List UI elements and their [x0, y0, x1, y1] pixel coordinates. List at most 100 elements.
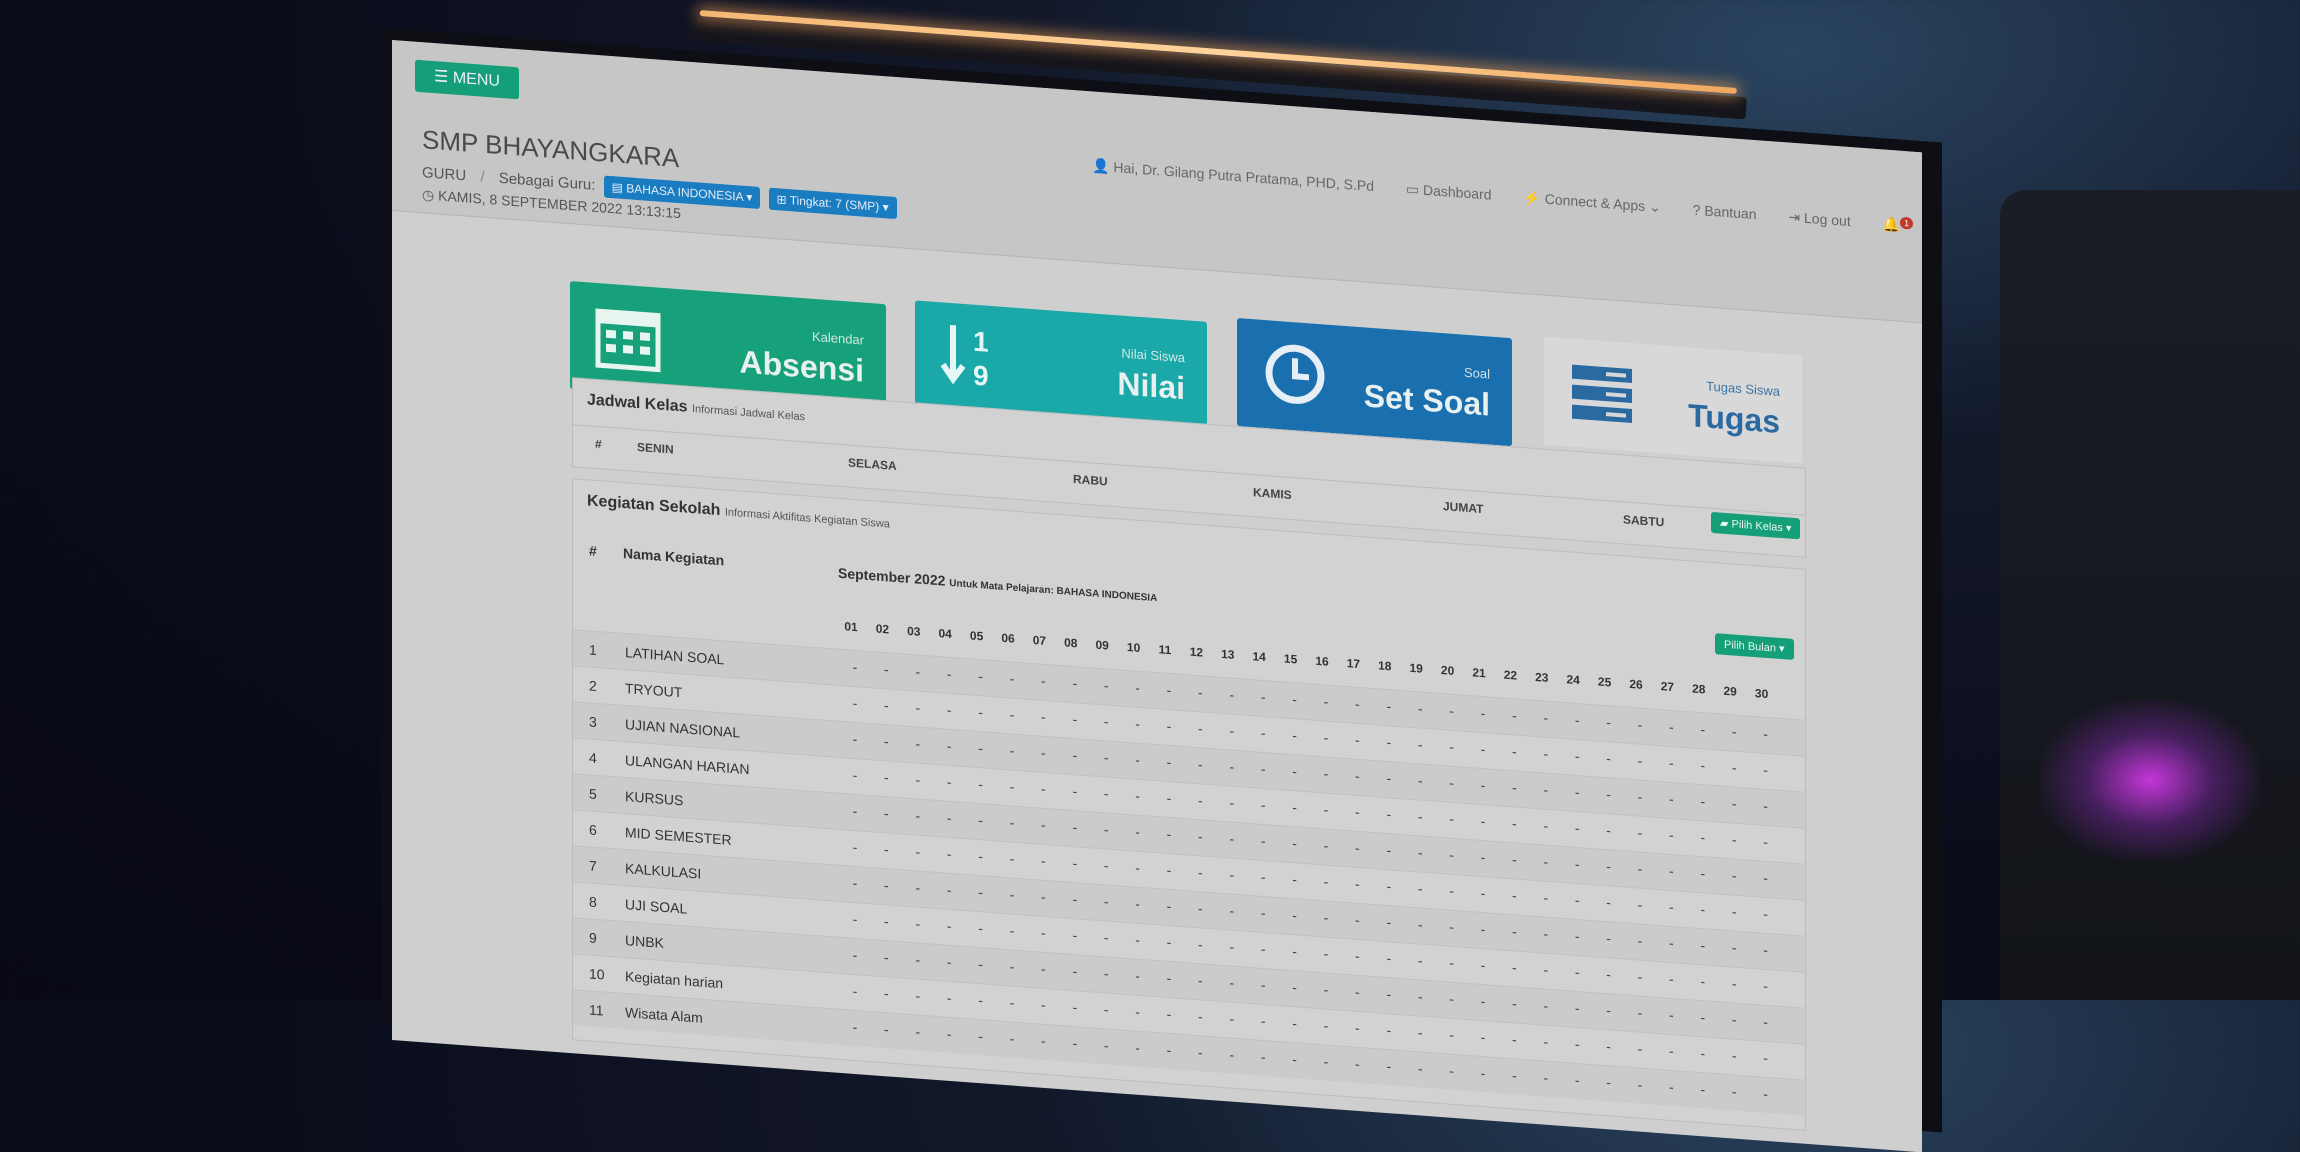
day-cell[interactable]: - [1531, 708, 1561, 726]
day-cell[interactable]: - [871, 804, 901, 822]
day-cell[interactable]: - [1060, 782, 1090, 800]
day-cell[interactable]: - [903, 950, 933, 968]
day-cell[interactable]: - [1405, 915, 1435, 933]
day-cell[interactable]: - [1248, 1047, 1278, 1065]
day-cell[interactable]: - [1751, 1084, 1781, 1102]
day-cell[interactable]: - [1248, 759, 1278, 777]
day-cell[interactable]: - [997, 741, 1027, 759]
day-cell[interactable]: - [1374, 733, 1404, 751]
day-cell[interactable]: - [1719, 902, 1749, 920]
day-cell[interactable]: - [1123, 750, 1153, 768]
day-cell[interactable]: - [903, 878, 933, 896]
day-cell[interactable]: - [934, 916, 964, 934]
day-cell[interactable]: - [1688, 720, 1718, 738]
day-cell[interactable]: - [1091, 1000, 1121, 1018]
day-cell[interactable]: - [1656, 789, 1686, 807]
day-cell[interactable]: - [1123, 930, 1153, 948]
day-cell[interactable]: - [1091, 784, 1121, 802]
day-cell[interactable]: - [1437, 917, 1467, 935]
day-cell[interactable]: - [1342, 910, 1372, 928]
day-cell[interactable]: - [1625, 1039, 1655, 1057]
card-tugas[interactable]: Tugas Siswa Tugas [1544, 336, 1802, 464]
day-cell[interactable]: - [1280, 690, 1310, 708]
day-cell[interactable]: - [1185, 827, 1215, 845]
day-cell[interactable]: - [1123, 786, 1153, 804]
day-cell[interactable]: - [1594, 1037, 1624, 1055]
day-cell[interactable]: - [1499, 1030, 1529, 1048]
day-cell[interactable]: - [934, 736, 964, 754]
day-cell[interactable]: - [1060, 674, 1090, 692]
day-cell[interactable]: - [1280, 762, 1310, 780]
day-cell[interactable]: - [1531, 1032, 1561, 1050]
day-cell[interactable]: - [1688, 1008, 1718, 1026]
day-cell[interactable]: - [1060, 818, 1090, 836]
day-cell[interactable]: - [1374, 913, 1404, 931]
day-cell[interactable]: - [1751, 1048, 1781, 1066]
day-cell[interactable]: - [1217, 829, 1247, 847]
day-cell[interactable]: - [1248, 1011, 1278, 1029]
day-cell[interactable]: - [1656, 933, 1686, 951]
day-cell[interactable]: - [997, 957, 1027, 975]
day-cell[interactable]: - [871, 984, 901, 1002]
day-cell[interactable]: - [997, 1029, 1027, 1047]
day-cell[interactable]: - [997, 705, 1027, 723]
day-cell[interactable]: - [871, 696, 901, 714]
day-cell[interactable]: - [1091, 856, 1121, 874]
day-cell[interactable]: - [903, 770, 933, 788]
day-cell[interactable]: - [840, 909, 870, 927]
day-cell[interactable]: - [1185, 1043, 1215, 1061]
day-cell[interactable]: - [1562, 1034, 1592, 1052]
day-cell[interactable]: - [1562, 926, 1592, 944]
day-cell[interactable]: - [997, 849, 1027, 867]
day-cell[interactable]: - [1154, 860, 1184, 878]
day-cell[interactable]: - [1405, 879, 1435, 897]
day-cell[interactable]: - [1217, 793, 1247, 811]
day-cell[interactable]: - [1123, 678, 1153, 696]
day-cell[interactable]: - [1531, 996, 1561, 1014]
day-cell[interactable]: - [1374, 985, 1404, 1003]
day-cell[interactable]: - [1060, 710, 1090, 728]
day-cell[interactable]: - [1751, 940, 1781, 958]
day-cell[interactable]: - [1531, 852, 1561, 870]
day-cell[interactable]: - [1280, 1014, 1310, 1032]
day-cell[interactable]: - [1499, 994, 1529, 1012]
day-cell[interactable]: - [1374, 841, 1404, 859]
day-cell[interactable]: - [1719, 866, 1749, 884]
day-cell[interactable]: - [1531, 816, 1561, 834]
day-cell[interactable]: - [903, 698, 933, 716]
day-cell[interactable]: - [1123, 1002, 1153, 1020]
day-cell[interactable]: - [1091, 964, 1121, 982]
day-cell[interactable]: - [1280, 978, 1310, 996]
day-cell[interactable]: - [1719, 1046, 1749, 1064]
day-cell[interactable]: - [1091, 820, 1121, 838]
day-cell[interactable]: - [966, 739, 996, 757]
day-cell[interactable]: - [1185, 935, 1215, 953]
day-cell[interactable]: - [966, 811, 996, 829]
day-cell[interactable]: - [1091, 748, 1121, 766]
day-cell[interactable]: - [1751, 976, 1781, 994]
day-cell[interactable]: - [1719, 938, 1749, 956]
day-cell[interactable]: - [1468, 884, 1498, 902]
day-cell[interactable]: - [1468, 776, 1498, 794]
day-cell[interactable]: - [1217, 1045, 1247, 1063]
day-cell[interactable]: - [1154, 824, 1184, 842]
day-cell[interactable]: - [840, 693, 870, 711]
day-cell[interactable]: - [1374, 949, 1404, 967]
day-cell[interactable]: - [1217, 937, 1247, 955]
day-cell[interactable]: - [1311, 1016, 1341, 1034]
day-cell[interactable]: - [840, 873, 870, 891]
day-cell[interactable]: - [1248, 831, 1278, 849]
day-cell[interactable]: - [1531, 960, 1561, 978]
day-cell[interactable]: - [1342, 982, 1372, 1000]
day-cell[interactable]: - [1123, 1038, 1153, 1056]
day-cell[interactable]: - [1499, 922, 1529, 940]
day-cell[interactable]: - [1342, 874, 1372, 892]
day-cell[interactable]: - [1468, 920, 1498, 938]
day-cell[interactable]: - [1028, 743, 1058, 761]
day-cell[interactable]: - [1625, 931, 1655, 949]
day-cell[interactable]: - [840, 837, 870, 855]
day-cell[interactable]: - [1185, 899, 1215, 917]
day-cell[interactable]: - [1374, 877, 1404, 895]
day-cell[interactable]: - [1342, 1054, 1372, 1072]
day-cell[interactable]: - [1594, 893, 1624, 911]
